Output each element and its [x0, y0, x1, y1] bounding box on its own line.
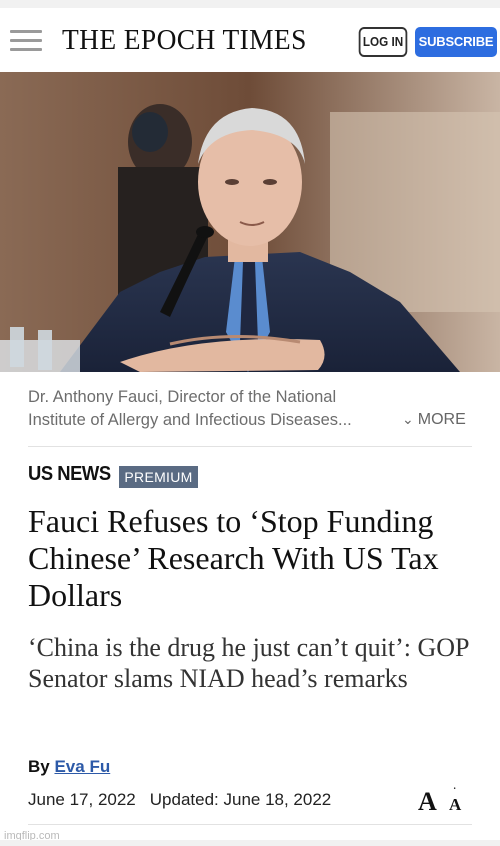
font-size-toggle[interactable]: A ˙ A — [418, 787, 466, 816]
login-button[interactable]: LOG IN — [358, 27, 408, 57]
article-headline: Fauci Refuses to ‘Stop Funding Chinese’ … — [28, 503, 439, 613]
by-label: By — [28, 757, 50, 776]
caption-line-1: Dr. Anthony Fauci, Director of the Natio… — [28, 388, 337, 406]
article-photo — [0, 72, 500, 372]
premium-badge: PREMIUM — [119, 466, 198, 488]
font-size-small-icon: A — [449, 795, 462, 814]
more-label: MORE — [417, 411, 466, 428]
hamburger-menu-icon[interactable] — [10, 30, 42, 54]
divider — [28, 446, 472, 447]
author-link[interactable]: Eva Fu — [54, 757, 110, 776]
fauci-photo-illustration — [0, 72, 500, 372]
chevron-down-icon: ⌄ — [402, 411, 414, 427]
top-strip — [0, 0, 500, 8]
published-date: June 17, 2022 — [28, 790, 136, 809]
byline: By Eva Fu — [28, 757, 110, 777]
section-label[interactable]: US NEWS — [28, 463, 111, 486]
caption-more-button[interactable]: ⌄ MORE — [402, 411, 466, 429]
divider — [28, 824, 472, 825]
article-subheadline: ‘China is the drug he just can’t quit’: … — [28, 633, 469, 693]
site-logo[interactable]: THE EPOCH TIMES — [62, 25, 338, 57]
subscribe-button[interactable]: SUBSCRIBE — [415, 27, 497, 57]
site-header: THE EPOCH TIMES LOG IN SUBSCRIBE — [0, 8, 500, 73]
article-dates: June 17, 2022 Updated: June 18, 2022 — [28, 790, 331, 810]
font-size-large-icon: A — [418, 787, 437, 816]
bottom-strip — [0, 840, 500, 846]
updated-date: Updated: June 18, 2022 — [149, 790, 332, 809]
